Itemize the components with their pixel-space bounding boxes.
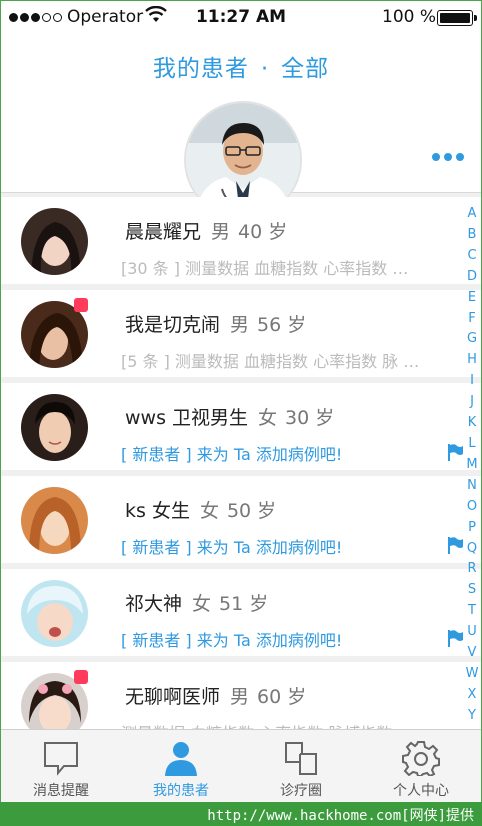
index-letter[interactable]: D [467,267,477,288]
patient-gender: 女 [192,593,212,615]
index-letter[interactable]: O [467,497,477,518]
tab-label: 诊疗圈 [280,783,322,799]
patient-row[interactable]: wws 卫视男生女 30 岁 [ 新患者 ] 来为 Ta 添加病例吧! [1,383,481,470]
patient-age: 56 岁 [257,314,307,336]
index-letter[interactable]: B [468,225,477,246]
watermark-footer: http://www.hackhome.com[网侠]提供 [0,802,482,826]
patient-row[interactable]: 晨晨耀兄男 40 岁 [30 条 ] 测量数据 血糖指数 心率指数 … [1,197,481,284]
status-bar: Operator 11:27 AM 100 % [1,1,481,35]
patient-gender: 女 [199,500,219,522]
patient-info: wws 卫视男生女 30 岁 [125,403,342,430]
patient-info: 我是切克闹男 56 岁 [125,310,314,337]
new-patient-prompt[interactable]: [ 新患者 ] 来为 Ta 添加病例吧! [121,627,466,651]
index-letter[interactable]: A [468,204,477,225]
patient-avatar [21,208,88,275]
index-letter[interactable]: P [468,518,476,539]
patient-info: ks 女生女 50 岁 [125,496,284,523]
patient-row[interactable]: 祁大神女 51 岁 [ 新患者 ] 来为 Ta 添加病例吧! [1,569,481,656]
tab-label: 我的患者 [153,783,209,799]
index-letter[interactable]: Q [467,539,477,560]
patient-gender: 男 [230,314,250,336]
index-letter[interactable]: T [468,601,476,622]
patient-age: 50 岁 [226,500,277,522]
tab-label: 个人中心 [393,783,449,799]
watermark-text: http://www.hackhome.com[网侠]提供 [207,808,474,824]
message-bubble-icon [44,742,78,776]
tab-bar: 消息提醒 我的患者 诊疗圈 个人中心 [1,729,481,802]
tab-profile[interactable]: 个人中心 [361,730,481,802]
index-letter[interactable]: K [468,413,477,434]
patient-age: 51 岁 [219,593,269,615]
battery-percentage: 100 % [382,7,437,27]
patient-name: 祁大神 [125,593,183,615]
index-letter[interactable]: S [468,580,476,601]
index-letter[interactable]: V [468,643,477,664]
tab-my-patients[interactable]: 我的患者 [121,730,241,802]
index-letter[interactable]: I [470,371,474,392]
patient-avatar [21,394,88,461]
overlapping-squares-icon [285,742,317,775]
patient-avatar [21,487,88,554]
patient-gender: 男 [230,686,250,708]
index-letter[interactable]: G [467,329,477,350]
patient-record-summary: [30 条 ] 测量数据 血糖指数 心率指数 … [121,259,409,278]
index-letter[interactable]: E [468,288,476,309]
new-patient-prompt[interactable]: [ 新患者 ] 来为 Ta 添加病例吧! [121,534,466,558]
index-letter[interactable]: Y [468,706,476,727]
index-letter[interactable]: M [466,455,477,476]
patient-gender: 男 [211,221,231,243]
header: 我的患者 · 全部 [1,35,481,219]
index-letter[interactable]: F [468,309,475,330]
patient-row[interactable]: 我是切克闹男 56 岁 [5 条 ] 测量数据 血糖指数 心率指数 脉 … [1,290,481,377]
patient-row[interactable]: ks 女生女 50 岁 [ 新患者 ] 来为 Ta 添加病例吧! [1,476,481,563]
alphabet-index[interactable]: A B C D E F G H I J K L M N O P Q R S T … [463,204,481,727]
index-letter[interactable]: J [470,392,474,413]
patient-age: 60 岁 [257,686,307,708]
patient-name: 我是切克闹 [125,314,221,336]
patient-info: 晨晨耀兄男 40 岁 [125,217,295,244]
patient-name: 晨晨耀兄 [125,221,202,243]
index-letter[interactable]: X [468,685,477,706]
patient-name: ks 女生 [125,500,190,522]
new-patient-prompt[interactable]: [ 新患者 ] 来为 Ta 添加病例吧! [121,441,466,465]
more-options-icon[interactable] [432,153,464,161]
patient-info: 无聊啊医师男 60 岁 [125,682,314,709]
unread-badge [74,670,88,684]
gear-icon [402,741,440,776]
app-screen: Operator 11:27 AM 100 % 我的患者 · 全部 晨晨耀兄 男… [0,0,482,802]
index-letter[interactable]: W [466,664,479,685]
index-letter[interactable]: N [467,476,477,497]
patient-gender: 女 [258,407,278,429]
patient-record-summary: [5 条 ] 测量数据 血糖指数 心率指数 脉 … [121,352,420,371]
index-letter[interactable]: C [467,246,476,267]
tab-label: 消息提醒 [33,783,89,799]
flag-icon[interactable] [447,536,463,554]
title-separator: · [260,56,270,82]
tab-messages[interactable]: 消息提醒 [1,730,121,802]
index-letter[interactable]: R [467,559,476,580]
title-filter-all: 全部 [281,56,330,82]
index-letter[interactable]: H [467,350,477,371]
patient-name: 无聊啊医师 [125,686,221,708]
patient-age: 40 岁 [238,221,288,243]
patient-name: wws 卫视男生 [125,407,249,429]
patient-age: 30 岁 [285,407,335,429]
person-icon [165,742,197,776]
battery-icon [437,10,477,26]
index-letter[interactable]: U [467,622,477,643]
flag-icon[interactable] [447,443,463,461]
flag-icon[interactable] [447,629,463,647]
patient-info: 祁大神女 51 岁 [125,589,276,616]
unread-badge [74,298,88,312]
page-title[interactable]: 我的患者 · 全部 [1,49,481,83]
title-my-patients: 我的患者 [152,56,249,82]
index-letter[interactable]: L [468,434,475,455]
patient-avatar [21,580,88,647]
tab-clinic-circle[interactable]: 诊疗圈 [241,730,361,802]
